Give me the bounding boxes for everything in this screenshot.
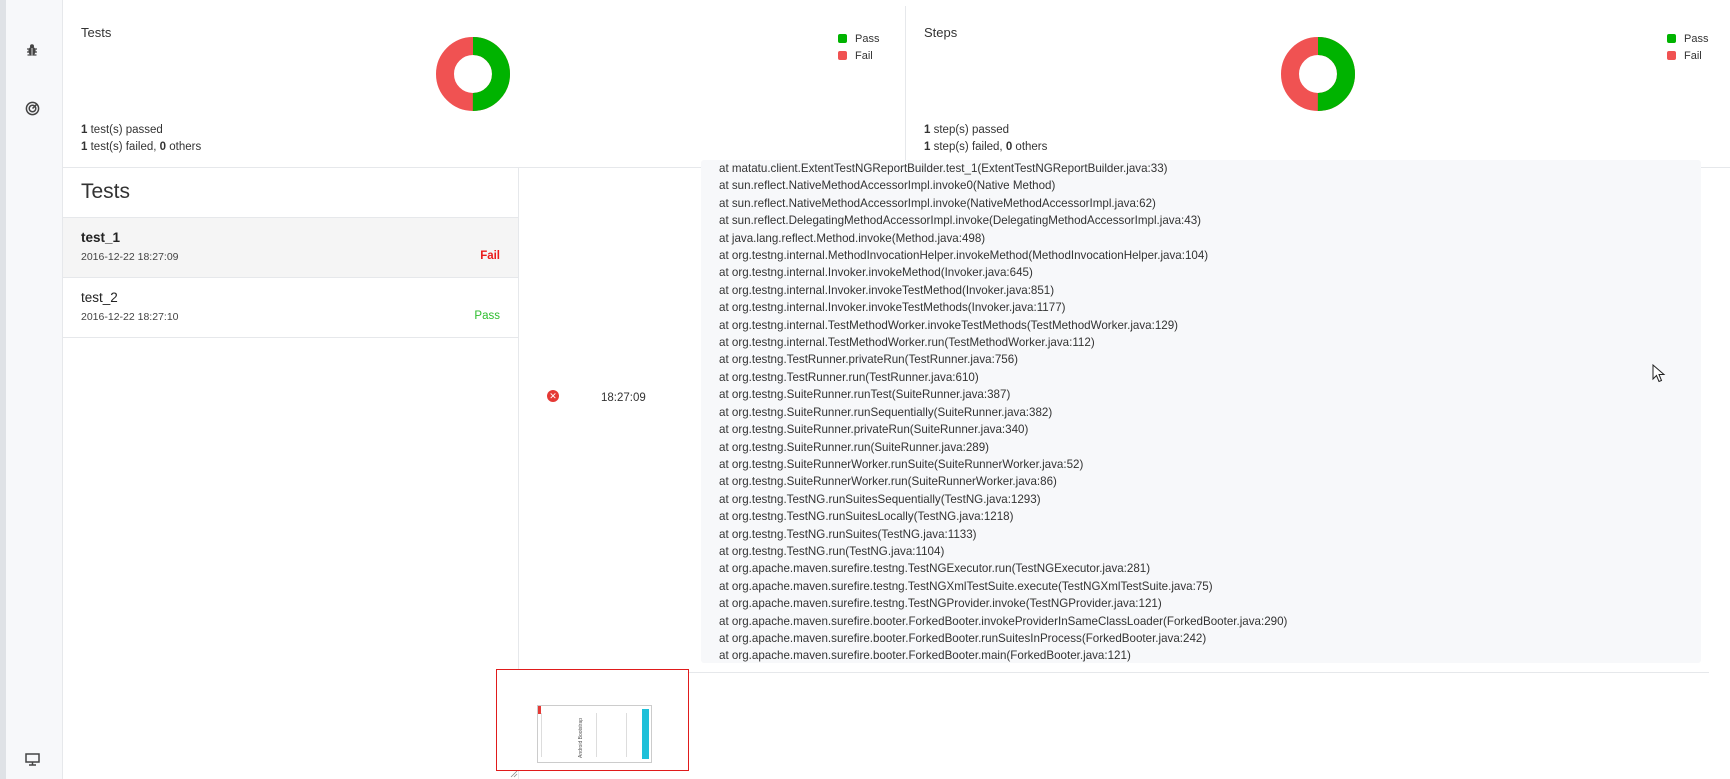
mouse-cursor-icon — [1652, 364, 1666, 383]
resize-handle-icon[interactable] — [510, 770, 518, 778]
stack-trace-line: at org.testng.TestRunner.run(TestRunner.… — [719, 370, 979, 384]
test-item-test-1[interactable]: test_1 2016-12-22 18:27:09 Fail — [63, 218, 518, 278]
stack-trace-line: at org.testng.internal.TestMethodWorker.… — [719, 318, 1179, 332]
legend-item-fail: Fail — [838, 47, 879, 64]
rail-edge — [0, 0, 6, 779]
dashboard-summary: Tests Pass Fail 1 test(s) passed 1 test(… — [63, 6, 1730, 168]
stack-trace-line: at org.testng.TestNG.runSuitesLocally(Te… — [719, 510, 1014, 524]
test-detail-log: ✕ 18:27:09 at matatu.client.ExtentTestNG… — [519, 160, 1730, 779]
stack-trace-line: at sun.reflect.NativeMethodAccessorImpl.… — [719, 196, 1156, 210]
tests-donut-chart — [436, 37, 510, 111]
test-time: 2016-12-22 18:27:09 — [81, 251, 179, 263]
stack-trace: at matatu.client.ExtentTestNGReportBuild… — [701, 160, 1701, 663]
legend-item-pass: Pass — [1667, 30, 1708, 47]
log-row: ✕ 18:27:09 at matatu.client.ExtentTestNG… — [519, 160, 1709, 673]
stack-trace-line: at org.testng.internal.MethodInvocationH… — [719, 249, 1209, 263]
steps-panel-title: Steps — [924, 25, 958, 40]
stack-trace-line: at org.testng.internal.Invoker.invokeTes… — [719, 283, 1055, 297]
status-badge: Fail — [480, 250, 500, 262]
stack-trace-line: at org.testng.SuiteRunner.runSequentiall… — [719, 405, 1053, 419]
steps-panel: Steps Pass Fail 1 step(s) passed 1 step(… — [906, 6, 1730, 168]
steps-failed-line: 1 step(s) failed, 0 others — [924, 141, 1048, 153]
stack-trace-line: at sun.reflect.DelegatingMethodAccessorI… — [719, 214, 1202, 228]
monitor-icon[interactable] — [22, 749, 42, 769]
screenshot-thumbnail[interactable]: Android Bootstrap — [496, 669, 689, 771]
tests-legend: Pass Fail — [838, 30, 879, 64]
steps-summary: 1 step(s) passed 1 step(s) failed, 0 oth… — [924, 122, 1047, 156]
legend-item-pass: Pass — [838, 30, 879, 47]
stack-trace-line: at org.testng.internal.Invoker.invokeTes… — [719, 301, 1066, 315]
log-timestamp: 18:27:09 — [601, 392, 646, 404]
stack-trace-line: at org.apache.maven.surefire.booter.Fork… — [719, 649, 1131, 663]
thumb-cyan-bar — [642, 709, 649, 759]
stack-trace-line: at org.testng.TestNG.run(TestNG.java:110… — [719, 544, 945, 558]
steps-donut-chart — [1281, 37, 1355, 111]
test-name: test_2 — [81, 290, 118, 305]
legend-swatch-fail — [838, 51, 847, 60]
tests-panel-title: Tests — [81, 25, 112, 40]
stack-trace-line: at org.apache.maven.surefire.booter.Fork… — [719, 614, 1288, 628]
legend-swatch-pass — [1667, 34, 1676, 43]
stack-trace-line: at org.testng.TestNG.runSuitesSequential… — [719, 492, 1041, 506]
stack-trace-line: at org.testng.SuiteRunner.runTest(SuiteR… — [719, 388, 1011, 402]
stack-trace-line: at org.apache.maven.surefire.booter.Fork… — [719, 631, 1207, 645]
fail-status-icon: ✕ — [547, 390, 559, 402]
stack-trace-line: at org.testng.internal.TestMethodWorker.… — [719, 336, 1095, 350]
test-list: Tests test_1 2016-12-22 18:27:09 Fail te… — [63, 168, 519, 779]
stack-trace-line: at org.testng.SuiteRunner.privateRun(Sui… — [719, 423, 1029, 437]
stack-trace-line: at java.lang.reflect.Method.invoke(Metho… — [719, 231, 986, 245]
tests-passed-line: 1 test(s) passed — [81, 124, 163, 136]
test-item-test-2[interactable]: test_2 2016-12-22 18:27:10 Pass — [63, 278, 518, 338]
status-badge: Pass — [474, 310, 500, 322]
stack-trace-line: at org.apache.maven.surefire.testng.Test… — [719, 562, 1151, 576]
steps-legend: Pass Fail — [1667, 30, 1708, 64]
thumb-divider — [626, 713, 627, 757]
thumb-caption: Android Bootstrap — [578, 717, 584, 758]
tests-failed-line: 1 test(s) failed, 0 others — [81, 141, 202, 153]
stack-trace-line: at sun.reflect.NativeMethodAccessorImpl.… — [719, 179, 1056, 193]
side-nav — [0, 0, 63, 779]
screenshot-image: Android Bootstrap — [537, 705, 652, 763]
stack-trace-line: at org.testng.TestRunner.privateRun(Test… — [719, 353, 1019, 367]
legend-label-pass: Pass — [1684, 32, 1709, 45]
steps-passed-line: 1 step(s) passed — [924, 124, 1010, 136]
stack-trace-line: at org.apache.maven.surefire.testng.Test… — [719, 597, 1162, 611]
test-list-heading: Tests — [63, 168, 518, 218]
bug-icon[interactable] — [22, 40, 42, 60]
thumb-divider — [596, 713, 597, 757]
legend-swatch-pass — [838, 34, 847, 43]
test-time: 2016-12-22 18:27:10 — [81, 311, 179, 323]
stack-trace-line: at org.testng.internal.Invoker.invokeMet… — [719, 266, 1033, 280]
tests-panel: Tests Pass Fail 1 test(s) passed 1 test(… — [63, 6, 906, 168]
legend-swatch-fail — [1667, 51, 1676, 60]
stack-trace-line: at org.testng.SuiteRunnerWorker.runSuite… — [719, 457, 1084, 471]
legend-label-fail: Fail — [1684, 49, 1702, 62]
test-name: test_1 — [81, 230, 121, 245]
thumb-divider — [541, 713, 542, 757]
stack-trace-line: at matatu.client.ExtentTestNGReportBuild… — [719, 162, 1168, 175]
stack-trace-line: at org.apache.maven.surefire.testng.Test… — [719, 579, 1213, 593]
stack-trace-line: at org.testng.SuiteRunnerWorker.run(Suit… — [719, 475, 1057, 489]
tests-summary: 1 test(s) passed 1 test(s) failed, 0 oth… — [81, 122, 201, 156]
report-page: Tests Pass Fail 1 test(s) passed 1 test(… — [0, 0, 1730, 779]
stack-trace-line: at org.testng.TestNG.runSuites(TestNG.ja… — [719, 527, 977, 541]
legend-item-fail: Fail — [1667, 47, 1708, 64]
stack-trace-line: at org.testng.SuiteRunner.run(SuiteRunne… — [719, 440, 990, 454]
legend-label-fail: Fail — [855, 49, 873, 62]
dashboard-icon[interactable] — [22, 98, 42, 118]
legend-label-pass: Pass — [855, 32, 880, 45]
